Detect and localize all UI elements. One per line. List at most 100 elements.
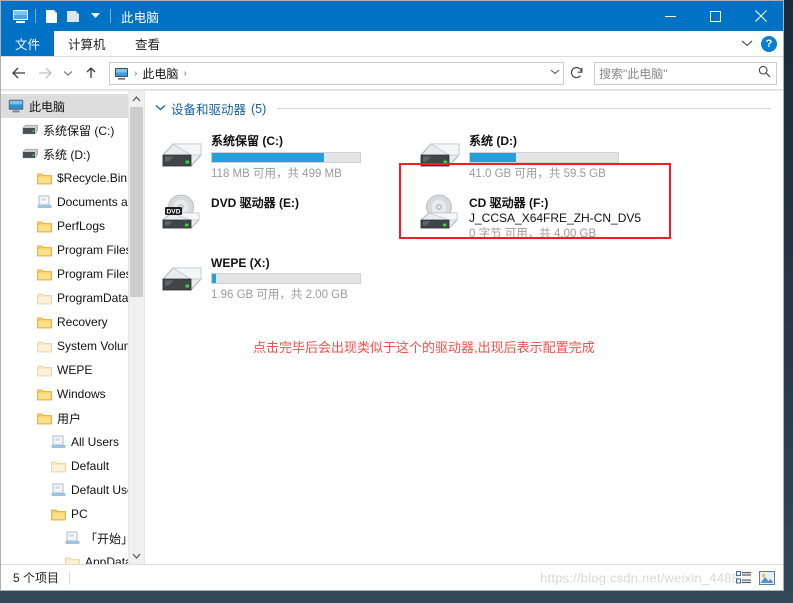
toolbar-divider-2 [110,9,111,23]
folder-icon [35,218,53,234]
tree-item[interactable]: Default [1,454,144,478]
window-title: 此电脑 [121,10,160,25]
minimize-button[interactable] [648,1,693,31]
drive-name: CD 驱动器 (F:) [469,196,549,210]
search-placeholder: 搜索"此电脑" [599,66,668,81]
tree-item[interactable]: System Volum [1,334,144,358]
folder-dim-icon [35,362,53,378]
cd-drive-icon [415,191,465,237]
hard-drive-icon [415,129,465,175]
computer-icon[interactable] [9,5,31,27]
properties-icon[interactable] [62,5,84,27]
navigation-pane: 此电脑系统保留 (C:) 系统 (D:) $Recycle.Bin Documents… [1,91,145,564]
tree-item-label: All Users [71,435,120,449]
group-count: (5) [251,101,267,116]
scroll-thumb[interactable] [130,107,143,297]
annotation-text: 点击完毕后会出现类似于这个的驱动器,出现后表示配置完成 [253,340,595,355]
tree-item-label: Recovery [57,315,108,329]
drive-icon [21,122,39,138]
dvd-drive-icon: DVD [157,191,207,237]
folder-icon [49,506,67,522]
address-path-field[interactable]: › 此电脑 › [109,61,564,85]
tree-item-label: 用户 [57,411,82,426]
folder-tree: 此电脑系统保留 (C:) 系统 (D:) $Recycle.Bin Documents… [1,91,144,564]
tree-item[interactable]: Program Files [1,262,144,286]
explorer-body: 此电脑系统保留 (C:) 系统 (D:) $Recycle.Bin Documents… [1,90,783,564]
tree-item[interactable]: ProgramData [1,286,144,310]
shortcut-folder-icon [49,482,67,498]
scroll-down-arrow[interactable] [129,548,144,564]
tree-item[interactable]: AppData [1,550,144,564]
tab-file[interactable]: 文件 [1,31,55,56]
drive-tile[interactable]: 系统保留 (C:) 118 MB 可用，共 499 MB [153,125,411,187]
group-header[interactable]: 设备和驱动器 (5) [145,91,783,121]
group-title: 设备和驱动器 [171,103,247,117]
history-dropdown-button[interactable] [59,61,77,85]
chevron-down-icon[interactable] [741,38,753,50]
forward-button[interactable] [33,61,57,85]
group-collapse-icon[interactable] [155,103,166,114]
drive-tile[interactable]: WEPE (X:) 1.96 GB 可用，共 2.00 GB [153,249,411,311]
new-folder-icon[interactable] [40,5,62,27]
refresh-button[interactable] [566,62,588,85]
folder-dim-icon [63,554,81,564]
folder-dim-icon [49,458,67,474]
tree-item[interactable]: Documents and [1,190,144,214]
drive-tile[interactable]: 系统 (D:) 41.0 GB 可用，共 59.5 GB [411,125,669,187]
tree-item-label: 系统保留 (C:) [43,123,115,138]
close-button[interactable] [738,1,783,31]
drive-name: DVD 驱动器 (E:) [211,196,299,210]
scroll-up-arrow[interactable] [129,91,144,107]
tab-computer[interactable]: 计算机 [54,31,120,56]
drive-tile[interactable]: DVD DVD 驱动器 (E:) [153,187,411,249]
tree-item[interactable]: $Recycle.Bin [1,166,144,190]
tree-item[interactable]: Windows [1,382,144,406]
tree-item[interactable]: 系统保留 (C:) [1,118,144,142]
folder-dim-icon [35,338,53,354]
content-pane[interactable]: 设备和驱动器 (5) 系统保留 (C:) 118 MB 可用，共 499 MB 系统… [145,91,783,564]
dropdown-icon[interactable] [84,5,106,27]
breadcrumb-separator-2[interactable]: › [181,68,188,79]
hard-drive-icon [157,129,207,175]
large-icons-view-icon[interactable] [757,568,777,588]
tree-item[interactable]: 此电脑 [1,94,144,118]
drive-tile[interactable]: CD 驱动器 (F:) J_CCSA_X64FRE_ZH-CN_DV5 0 字节 可… [411,187,669,249]
up-button[interactable] [79,61,103,85]
tree-item[interactable]: PerfLogs [1,214,144,238]
tree-item[interactable]: Default User [1,478,144,502]
breadcrumb-item-this-pc[interactable]: 此电脑 [142,65,178,82]
search-icon[interactable] [758,65,771,81]
tree-item[interactable]: Recovery [1,310,144,334]
toolbar-divider [35,9,36,23]
tree-item-label: PC [71,507,88,521]
folder-icon [35,170,53,186]
tree-item-label: 此电脑 [29,99,66,114]
tree-item[interactable]: PC [1,502,144,526]
shortcut-folder-icon [49,434,67,450]
details-view-icon[interactable] [734,568,754,588]
breadcrumb-computer-icon [114,67,129,80]
shortcut-folder-icon [35,194,53,210]
help-icon[interactable]: ? [761,36,777,52]
tab-view[interactable]: 查看 [120,31,176,56]
tree-item-label: 系统 (D:) [43,147,91,162]
tree-item[interactable]: WEPE [1,358,144,382]
tree-item-label: Program Files [57,243,132,257]
tree-item[interactable]: 「开始」菜 [1,526,144,550]
drive-capacity-fill [470,153,516,162]
tree-item[interactable]: All Users [1,430,144,454]
maximize-button[interactable] [693,1,738,31]
tree-item-label: PerfLogs [57,219,106,233]
address-dropdown-icon[interactable] [550,68,560,79]
tree-item-label: System Volum [57,339,134,353]
nav-scrollbar[interactable] [128,91,144,564]
tree-item[interactable]: Program Files [1,238,144,262]
tree-item[interactable]: 系统 (D:) [1,142,144,166]
back-button[interactable] [7,61,31,85]
tree-item-label: WEPE [57,363,93,377]
search-input[interactable]: 搜索"此电脑" [594,61,777,85]
tree-item-label: ProgramData [57,291,129,305]
drive-name: 系统保留 (C:) [211,134,283,148]
tree-item[interactable]: 用户 [1,406,144,430]
tree-item-label: $Recycle.Bin [57,171,128,185]
